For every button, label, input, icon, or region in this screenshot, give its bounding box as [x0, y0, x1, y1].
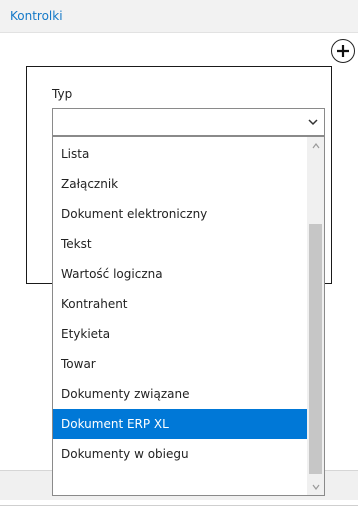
type-select[interactable]	[52, 108, 325, 136]
dropdown-scrollbar[interactable]	[307, 137, 324, 495]
dropdown-item[interactable]: Tekst	[53, 229, 308, 259]
dropdown-item[interactable]: Towar	[53, 349, 308, 379]
dropdown-item[interactable]: Kontrahent	[53, 289, 308, 319]
type-dropdown-list[interactable]: Lista Załącznik Dokument elektroniczny Teks…	[52, 136, 325, 496]
dropdown-item[interactable]: Dokumenty związane	[53, 379, 308, 409]
scroll-thumb[interactable]	[309, 224, 322, 474]
type-field-label: Typ	[52, 87, 73, 101]
dropdown-item[interactable]: Wartość logiczna	[53, 259, 308, 289]
panel-title: Kontrolki	[10, 9, 63, 23]
dropdown-item[interactable]: Załącznik	[53, 169, 308, 199]
footer-divider	[0, 505, 358, 506]
dropdown-item[interactable]: Lista	[53, 139, 308, 169]
plus-icon	[337, 45, 349, 57]
add-control-button[interactable]	[331, 39, 355, 63]
dropdown-item[interactable]: Dokument elektroniczny	[53, 199, 308, 229]
dropdown-item[interactable]: Dokumenty w obiegu	[53, 439, 308, 469]
scroll-down-arrow-icon[interactable]	[307, 478, 324, 495]
dropdown-item[interactable]: Etykieta	[53, 319, 308, 349]
chevron-down-icon[interactable]	[308, 117, 318, 127]
panel-header: Kontrolki	[0, 0, 358, 33]
scroll-up-arrow-icon[interactable]	[307, 137, 324, 154]
dropdown-item[interactable]: Dokument ERP XL	[53, 409, 308, 439]
